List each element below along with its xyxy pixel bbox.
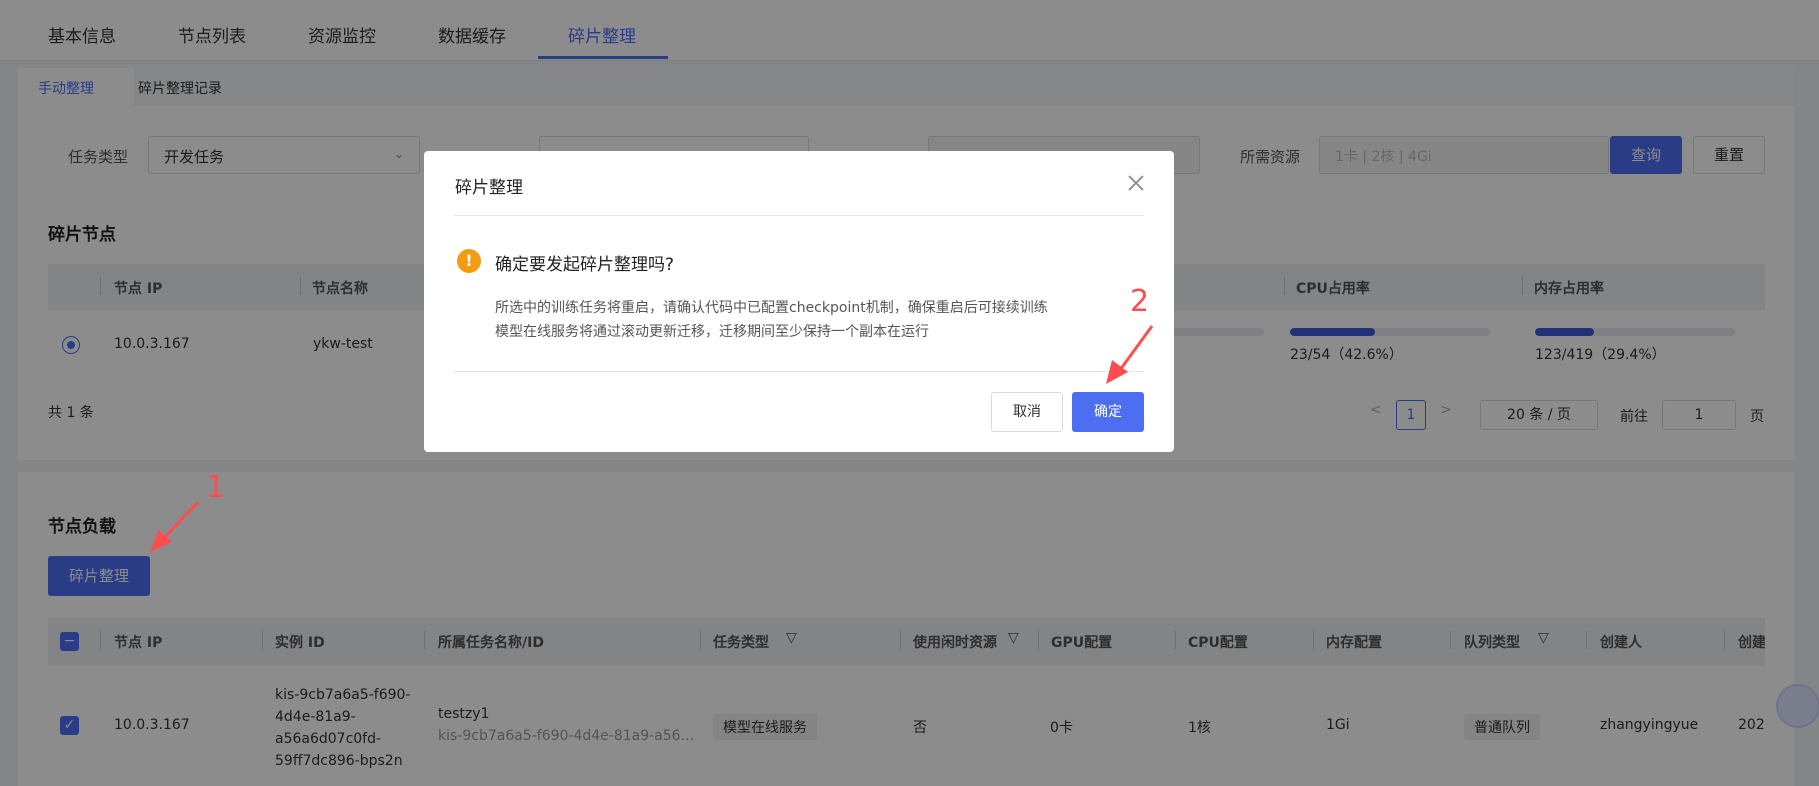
defragment-dialog: 碎片整理 ! 确定要发起碎片整理吗? 所选中的训练任务将重启，请确认代码中已配置… xyxy=(424,151,1174,452)
annotation-arrow-2-icon xyxy=(1106,325,1154,384)
dialog-desc-line1: 所选中的训练任务将重启，请确认代码中已配置checkpoint机制，确保重启后可… xyxy=(495,300,1048,316)
dialog-question: 确定要发起碎片整理吗? xyxy=(495,255,675,275)
annotation-arrow-1-icon xyxy=(150,500,200,552)
dialog-divider-top xyxy=(454,215,1144,216)
confirm-button[interactable]: 确定 xyxy=(1072,392,1144,432)
cancel-button[interactable]: 取消 xyxy=(991,392,1063,432)
dialog-divider-bottom xyxy=(454,371,1144,372)
close-icon[interactable] xyxy=(1124,171,1148,195)
dialog-title: 碎片整理 xyxy=(455,178,523,198)
dialog-desc-line2: 模型在线服务将通过滚动更新迁移，迁移期间至少保持一个副本在运行 xyxy=(495,324,929,340)
annotation-number-1: 1 xyxy=(206,470,226,505)
warning-icon: ! xyxy=(457,249,481,273)
annotation-number-2: 2 xyxy=(1130,284,1150,319)
